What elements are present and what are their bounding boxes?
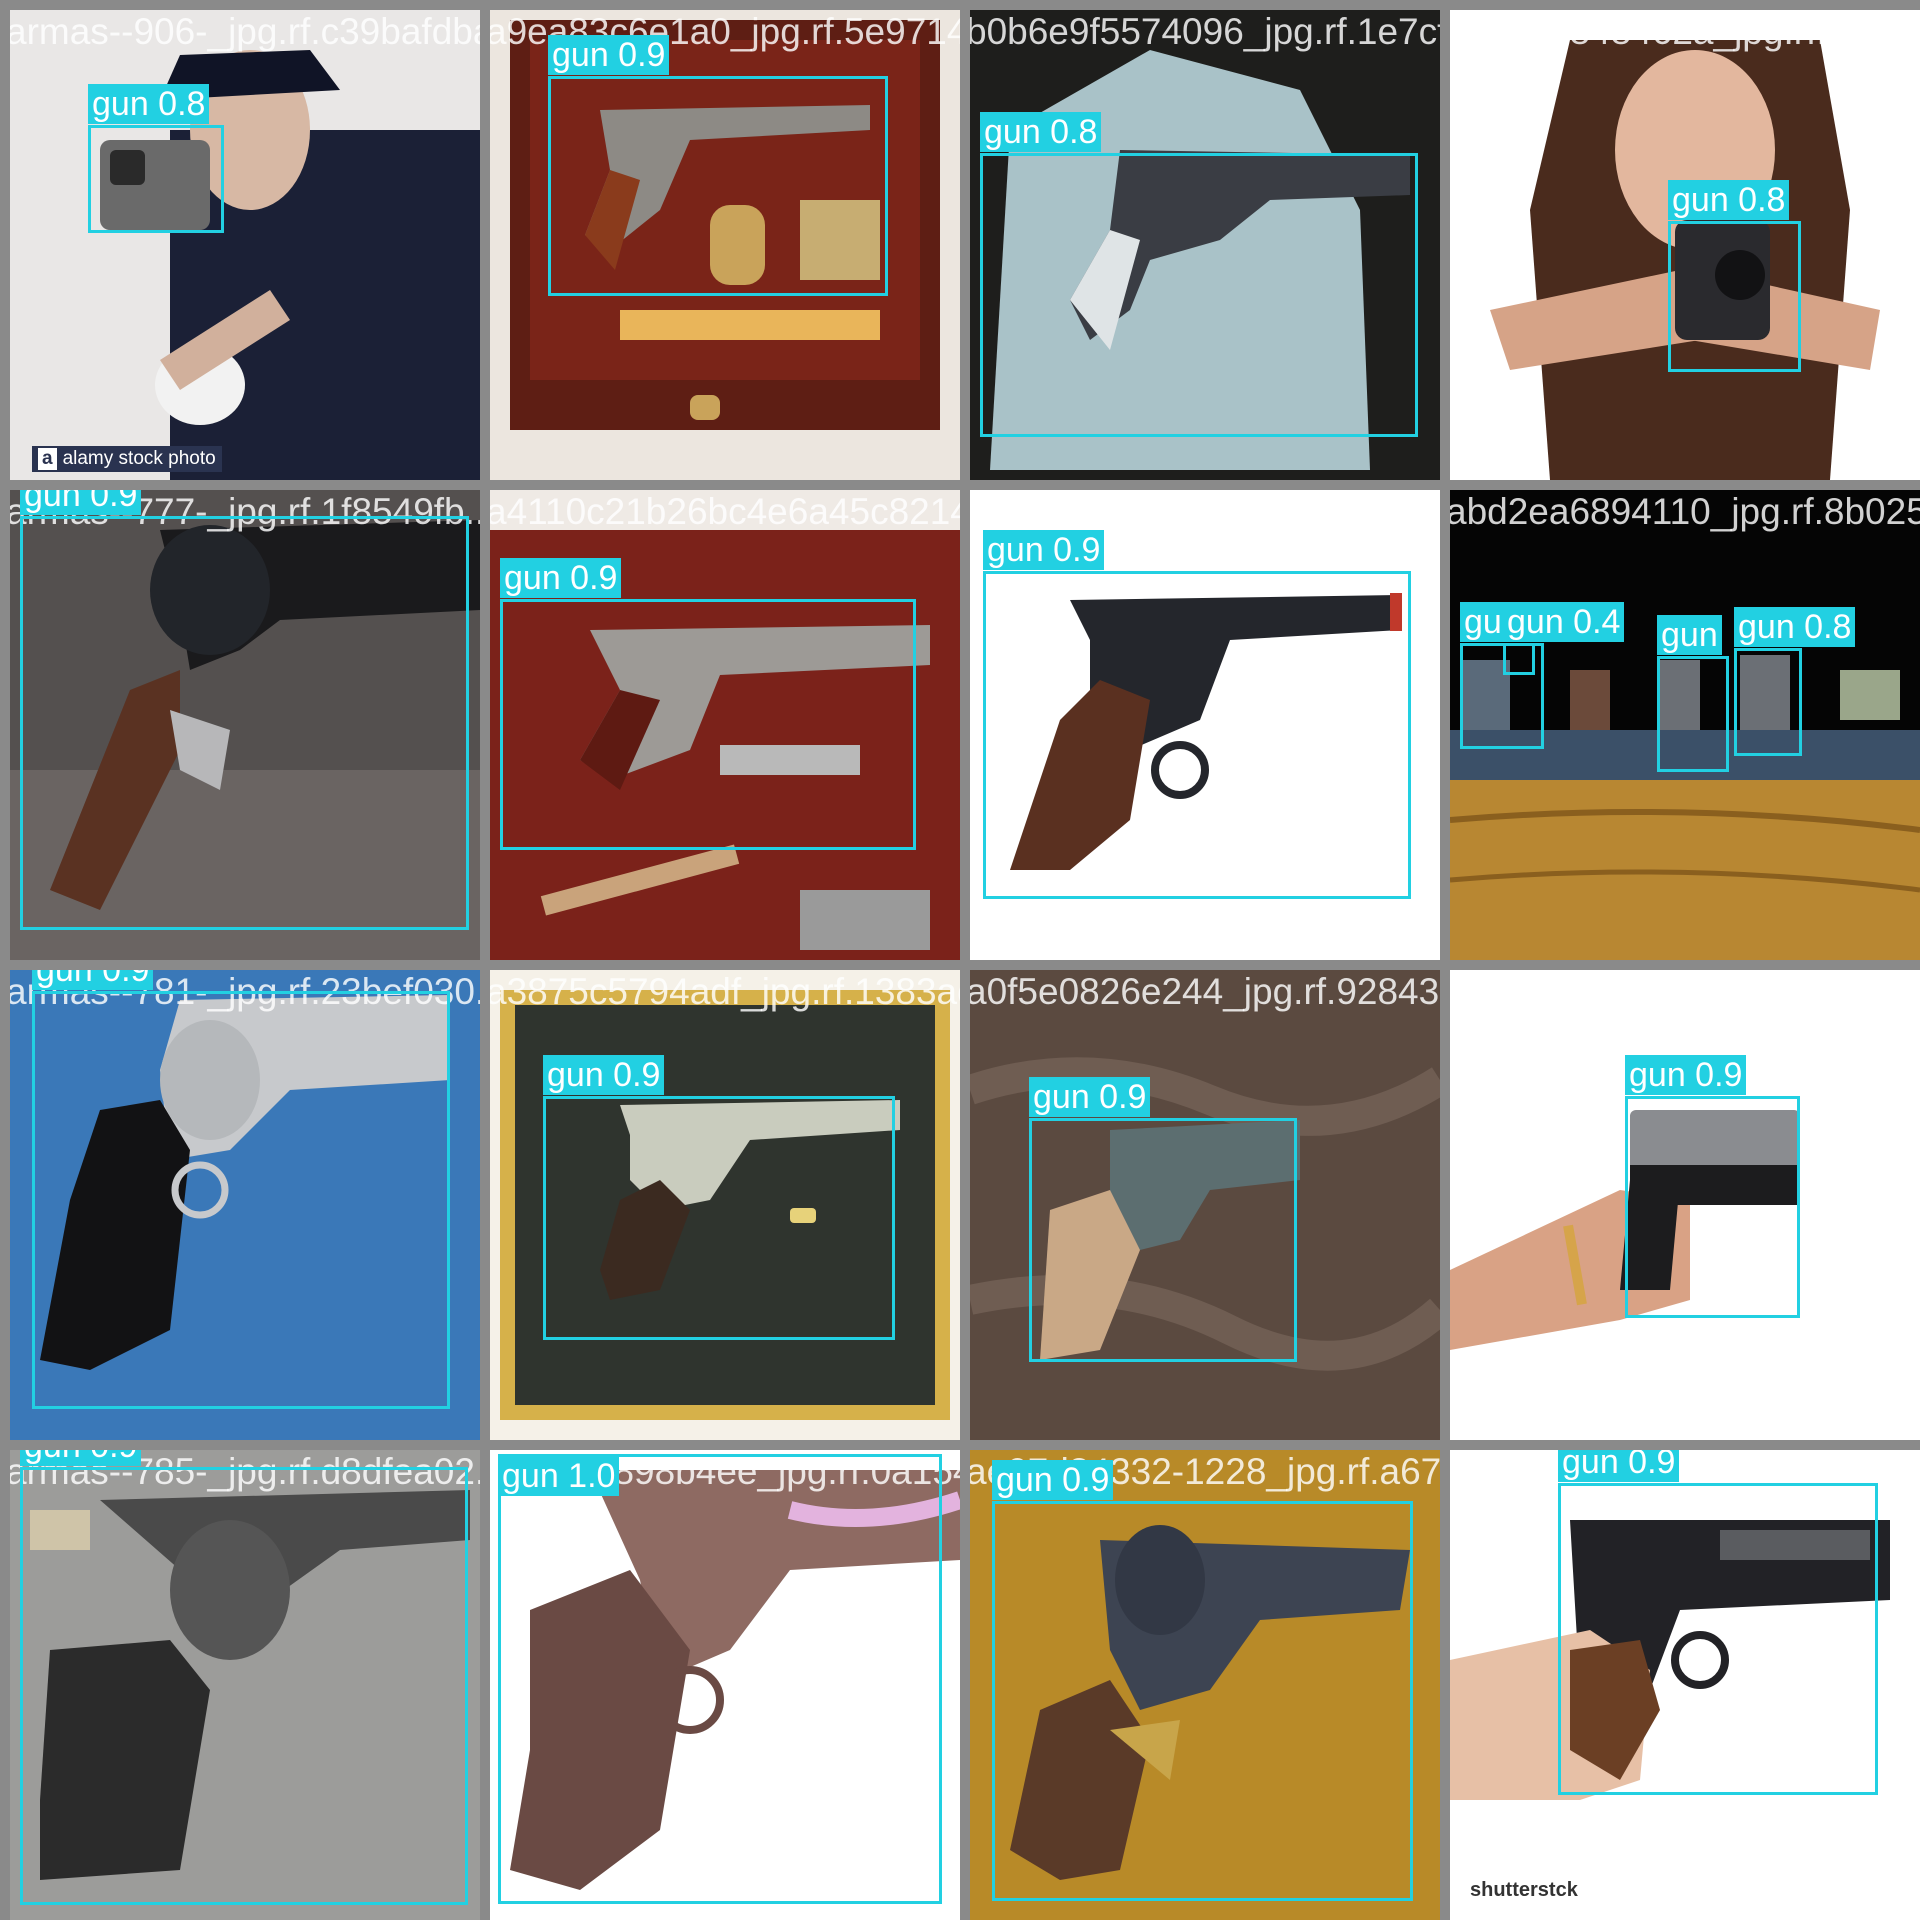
tile-6: a4110c21b26bc4e6a45c8214bf... gun 0.9 bbox=[490, 490, 960, 960]
bounding-box: gun 0.9 bbox=[548, 35, 888, 296]
detection-label: gun 0.8 bbox=[88, 84, 210, 124]
bounding-box: gun 0.8 bbox=[1734, 607, 1856, 756]
detection-mosaic: armas--906-_jpg.rf.c39bafdba... gun 0.8 … bbox=[0, 0, 1920, 1920]
source-filename: a1f6a45c8214bf_jpg.rf.1e4e965... bbox=[970, 491, 1440, 532]
bounding-box: gun bbox=[1657, 615, 1729, 772]
detection-label: gun 0.9 bbox=[1029, 1077, 1151, 1117]
tile-15: ae07d84332-1228_jpg.rf.a67f48eb... gun 0… bbox=[970, 1450, 1440, 1920]
tile-7: a1f6a45c8214bf_jpg.rf.1e4e965... gun 0.9 bbox=[970, 490, 1440, 960]
tile-14: armas--898b4ee_jpg.rf.0a1547... gun 1.0 bbox=[490, 1450, 960, 1920]
source-filename: af695a4ce1e8b2b.rf.e8137b4... bbox=[1450, 971, 1920, 1012]
detection-label: gun 0.8 bbox=[1734, 607, 1856, 647]
bounding-box: gun 0.9 bbox=[1558, 1450, 1878, 1795]
tile-3: b0b6e9f5574096_jpg.rf.1e7cfa2c... gun 0.… bbox=[970, 10, 1440, 480]
tile-16: aef10-906-jpg.rf.7a07c8f1... gun 0.9 shu… bbox=[1450, 1450, 1920, 1920]
tile-5: armas--777-_jpg.rf.1f8549fb... gun 0.9 bbox=[10, 490, 480, 960]
tile-image bbox=[10, 10, 480, 480]
detection-label: gun 0.8 bbox=[980, 112, 1102, 152]
detection-label: gun 0.9 bbox=[1558, 1450, 1680, 1482]
detection-label: gun 0.9 bbox=[500, 558, 622, 598]
bounding-box: gun 0.9 bbox=[1029, 1077, 1297, 1362]
bounding-box: gun 0.9 bbox=[20, 1450, 468, 1905]
detection-label: gun 0.9 bbox=[543, 1055, 665, 1095]
source-filename: armas--906-_jpg.rf.c39bafdba... bbox=[10, 11, 480, 52]
detection-label: gun 1.0 bbox=[498, 1456, 620, 1496]
detection-label: gun 0.9 bbox=[20, 1450, 142, 1466]
bounding-box: gun 0.9 bbox=[543, 1055, 895, 1340]
bounding-box: gun 0.9 bbox=[32, 970, 450, 1409]
source-filename: b0b6e9f5574096_jpg.rf.1e7cfa2c... bbox=[970, 11, 1440, 52]
detection-label: gun bbox=[1657, 615, 1722, 655]
tile-10: a3875c5794adf_jpg.rf.1383ad77... gun 0.9 bbox=[490, 970, 960, 1440]
tile-4: aee551848462a_jpg.rf.403a77e... gun 0.8 bbox=[1450, 10, 1920, 480]
bounding-box: gun 0.9 bbox=[500, 558, 916, 850]
detection-label: gun 0.9 bbox=[983, 530, 1105, 570]
bounding-box: gun 0.9 bbox=[20, 490, 469, 930]
bounding-box: gun 0.8 bbox=[88, 84, 224, 233]
bounding-box: gun 0.8 bbox=[1668, 180, 1801, 372]
detection-label: gun 0.9 bbox=[1625, 1055, 1747, 1095]
detection-label: gun 0.9 bbox=[20, 490, 142, 515]
source-filename: abd2ea6894110_jpg.rf.8b025797... bbox=[1450, 491, 1920, 532]
source-filename: aee551848462a_jpg.rf.403a77e... bbox=[1450, 11, 1920, 52]
source-filename: a0f5e0826e244_jpg.rf.928430b2... bbox=[970, 971, 1440, 1012]
tile-13: armas--785-_jpg.rf.d8dfea02... gun 0.9 bbox=[10, 1450, 480, 1920]
bounding-box: gun 1.0 bbox=[498, 1454, 942, 1904]
tile-11: a0f5e0826e244_jpg.rf.928430b2... gun 0.9 bbox=[970, 970, 1440, 1440]
watermark-alamy: a alamy stock photo bbox=[32, 446, 222, 472]
detection-label: gun 0.9 bbox=[548, 35, 670, 75]
bounding-box: gun 0.4 bbox=[1503, 602, 1625, 675]
tile-2: a9ea83c6e1a0_jpg.rf.5e971408... gun 0.9 bbox=[490, 10, 960, 480]
detection-label: gun 0.8 bbox=[1668, 180, 1790, 220]
tile-8: abd2ea6894110_jpg.rf.8b025797... gu gun … bbox=[1450, 490, 1920, 960]
detection-label: gun 0.9 bbox=[992, 1460, 1114, 1500]
tile-1: armas--906-_jpg.rf.c39bafdba... gun 0.8 … bbox=[10, 10, 480, 480]
tile-12: af695a4ce1e8b2b.rf.e8137b4... gun 0.9 bbox=[1450, 970, 1920, 1440]
source-filename: a4110c21b26bc4e6a45c8214bf... bbox=[490, 491, 960, 532]
detection-label: gun 0.4 bbox=[1503, 602, 1625, 642]
detection-label: gun 0.9 bbox=[32, 970, 154, 990]
source-filename: a3875c5794adf_jpg.rf.1383ad77... bbox=[490, 971, 960, 1012]
tile-9: armas--781-_jpg.rf.23bef030... gun 0.9 bbox=[10, 970, 480, 1440]
bounding-box: gun 0.9 bbox=[992, 1460, 1413, 1901]
detection-label: gu bbox=[1460, 602, 1506, 642]
bounding-box: gun 0.9 bbox=[983, 530, 1411, 899]
bounding-box: gun 0.8 bbox=[980, 112, 1418, 437]
bounding-box: gun 0.9 bbox=[1625, 1055, 1800, 1318]
watermark-shutterstock: shutterstck bbox=[1470, 1879, 1578, 1901]
